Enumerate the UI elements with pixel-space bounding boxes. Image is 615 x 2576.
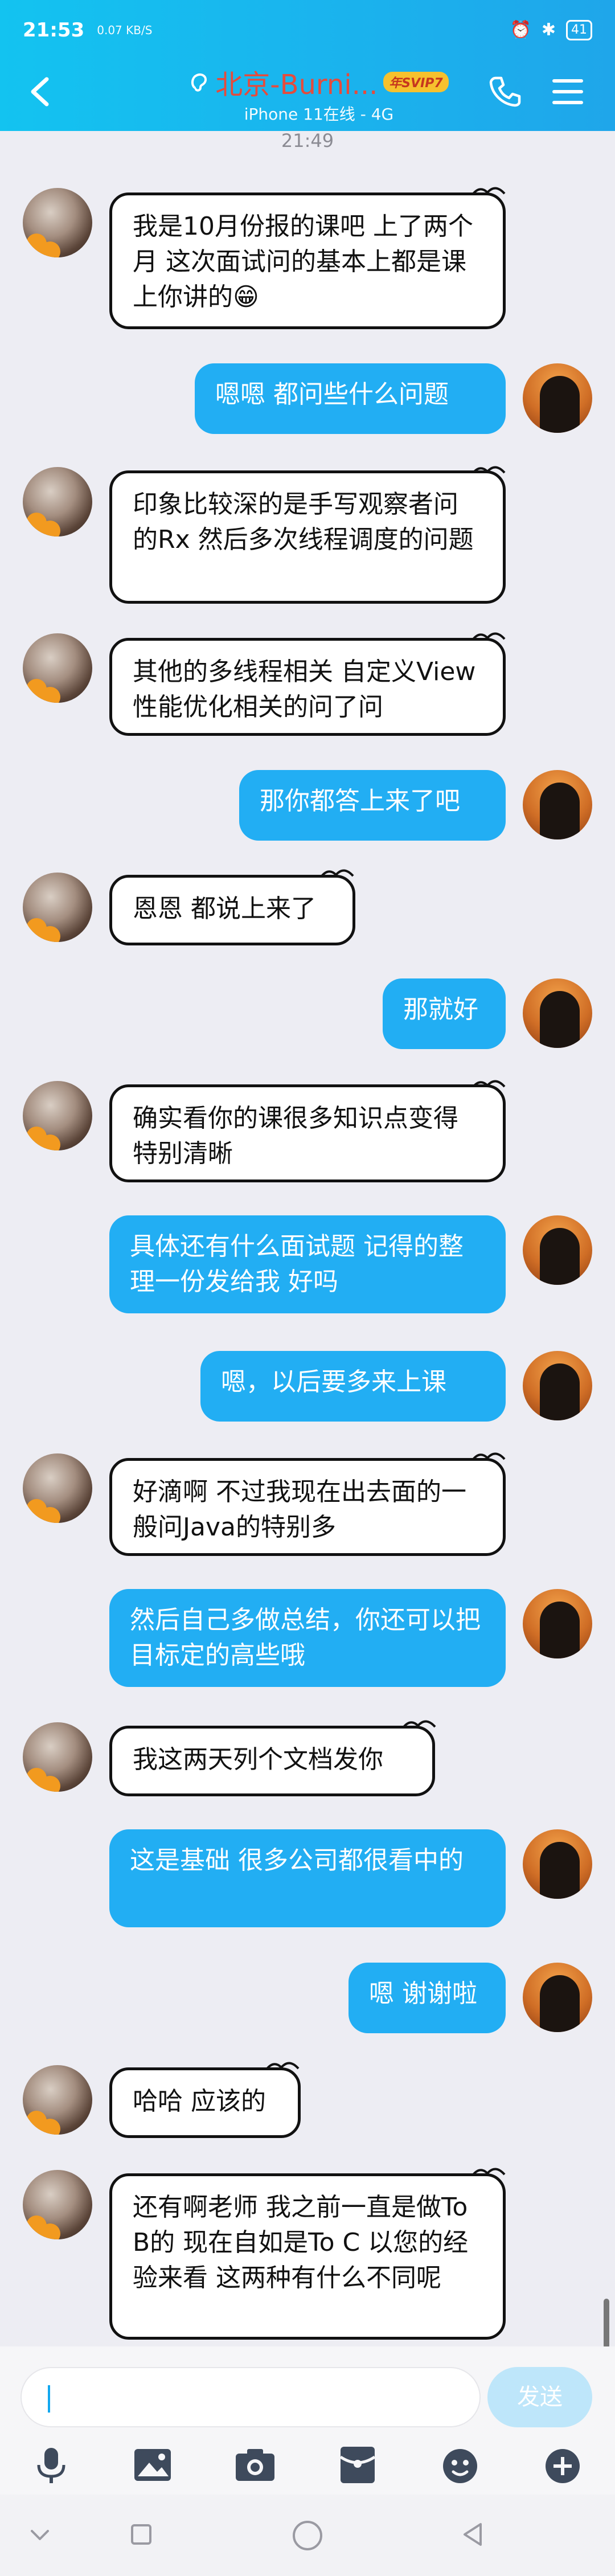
message-bubble[interactable]: 那你都答上来了吧 (239, 770, 506, 841)
image-icon[interactable] (130, 2442, 175, 2488)
message-bubble[interactable]: 我是10月份报的课吧 上了两个月 这次面试问的基本上都是课上你讲的😁 (109, 193, 506, 329)
message-bubble[interactable]: 嗯 谢谢啦 (348, 1963, 506, 2033)
microphone-icon[interactable] (28, 2442, 74, 2488)
net-speed: 0.07 KB/S (97, 23, 153, 37)
back-arrow-icon[interactable] (25, 75, 57, 109)
menu-icon[interactable] (550, 75, 585, 109)
message-bubble[interactable]: 还有啊老师 我之前一直是做To B的 现在自如是To C 以您的经验来看 这两种… (109, 2173, 506, 2340)
message-bubble[interactable]: 好滴啊 不过我现在出去面的一般问Java的特别多 (109, 1458, 506, 1556)
avatar[interactable] (523, 1351, 592, 1420)
chat-title-area[interactable]: 北京-Burni... 年SVIP7 iPhone 11在线 - 4G (188, 64, 450, 127)
message-input[interactable] (20, 2367, 481, 2427)
message-bubble[interactable]: 这是基础 很多公司都很看中的 (109, 1829, 506, 1927)
title-row: 北京-Burni... 年SVIP7 (188, 64, 450, 101)
avatar[interactable] (23, 467, 92, 537)
message-bubble[interactable]: 哈哈 应该的 (109, 2067, 301, 2138)
camera-icon[interactable] (232, 2442, 278, 2488)
emoji-icon[interactable] (437, 2442, 483, 2488)
avatar[interactable] (23, 873, 92, 942)
home-icon[interactable] (289, 2517, 326, 2554)
avatar[interactable] (23, 1722, 92, 1792)
alarm-icon: ⏰ (510, 20, 531, 40)
message-bubble[interactable]: 其他的多线程相关 自定义View 性能优化相关的问了问 (109, 638, 506, 736)
avatar[interactable] (523, 1215, 592, 1285)
message-bubble[interactable]: 具体还有什么面试题 记得的整理一份发给我 好吗 (109, 1215, 506, 1313)
scrollbar-thumb[interactable] (604, 2299, 609, 2349)
plus-icon[interactable] (540, 2442, 585, 2488)
message-bubble[interactable]: 那就好 (383, 978, 506, 1049)
avatar[interactable] (23, 1453, 92, 1523)
ear-icon (191, 73, 207, 92)
avatar[interactable] (23, 188, 92, 257)
message-bubble[interactable]: 嗯嗯 都问些什么问题 (195, 363, 506, 434)
status-bar: 21:53 0.07 KB/S ⏰ ✱ 41 (0, 0, 615, 60)
system-nav-bar (0, 2495, 615, 2576)
message-bubble[interactable]: 我这两天列个文档发你 (109, 1726, 435, 1796)
chat-subtitle: iPhone 11在线 - 4G (244, 105, 394, 124)
phone-icon[interactable] (489, 75, 522, 108)
avatar[interactable] (23, 633, 92, 703)
message-bubble[interactable]: 然后自己多做总结，你还可以把目标定的高些哦 (109, 1589, 506, 1687)
avatar[interactable] (23, 2065, 92, 2135)
send-button[interactable]: 发送 (487, 2367, 592, 2427)
message-bubble[interactable]: 恩恩 都说上来了 (109, 875, 355, 945)
chat-title: 北京-Burni... (215, 69, 378, 101)
avatar[interactable] (523, 1589, 592, 1658)
status-right: ⏰ ✱ 41 (510, 19, 592, 40)
text-caret (48, 2385, 50, 2413)
red-packet-icon[interactable] (335, 2442, 380, 2488)
back-nav-icon[interactable] (456, 2517, 490, 2552)
bluetooth-icon: ✱ (541, 20, 556, 40)
message-bubble[interactable]: 确实看你的课很多知识点变得特别清晰 (109, 1084, 506, 1182)
avatar[interactable] (523, 770, 592, 839)
avatar[interactable] (23, 1081, 92, 1150)
chat-timestamp: 21:49 (281, 130, 334, 151)
message-bubble[interactable]: 印象比较深的是手写观察者问的Rx 然后多次线程调度的问题 (109, 470, 506, 604)
battery-level: 41 (571, 22, 587, 37)
recent-apps-icon[interactable] (124, 2517, 158, 2552)
battery-icon: 41 (566, 19, 592, 40)
avatar[interactable] (523, 1963, 592, 2032)
status-time: 21:53 (23, 18, 85, 42)
input-area: 发送 (0, 2346, 615, 2495)
header: 21:53 0.07 KB/S ⏰ ✱ 41 北京-Burni... 年SVIP… (0, 0, 615, 131)
avatar[interactable] (523, 1829, 592, 1899)
avatar[interactable] (523, 363, 592, 433)
avatar[interactable] (23, 2170, 92, 2239)
chevron-down-icon[interactable] (23, 2517, 57, 2552)
avatar[interactable] (523, 978, 592, 1048)
message-bubble[interactable]: 嗯，以后要多来上课 (200, 1351, 506, 1422)
nav-bar: 北京-Burni... 年SVIP7 iPhone 11在线 - 4G (0, 60, 615, 131)
svip-badge: 年SVIP7 (383, 72, 449, 92)
